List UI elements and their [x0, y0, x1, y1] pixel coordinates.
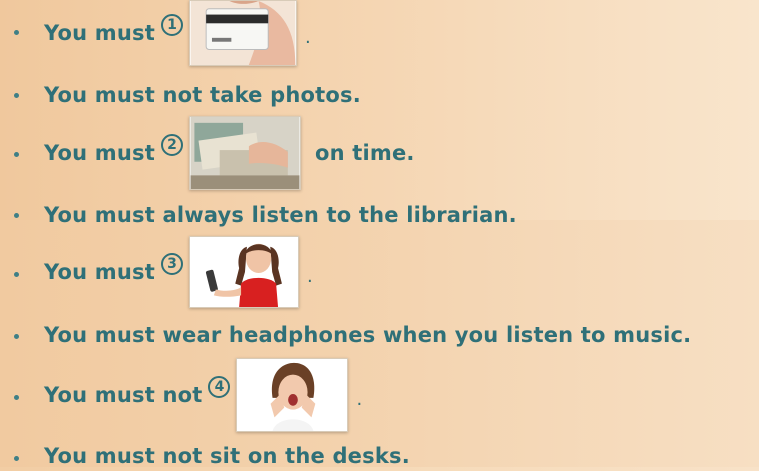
bullet-5	[14, 272, 19, 277]
card-photo-icon	[190, 1, 296, 65]
rule-1: You must 1 .	[44, 0, 311, 66]
rule-2: You must not take photos.	[44, 80, 361, 110]
number-1-badge: 1	[160, 14, 183, 36]
rule-5: You must 3 .	[44, 236, 313, 308]
phone-girl-photo-icon	[190, 237, 298, 307]
rule-3: You must 2 on time.	[44, 116, 415, 190]
phone-girl-photo	[188, 236, 299, 308]
rule-5-period: .	[306, 265, 313, 287]
rule-6-text: You must wear headphones when you listen…	[44, 323, 692, 347]
rule-6: You must wear headphones when you listen…	[44, 320, 691, 350]
bullet-2	[14, 93, 19, 98]
rule-1-text: You must	[44, 21, 155, 45]
number-4-badge: 4	[208, 376, 231, 398]
shouting-girl-photo-icon	[237, 359, 347, 431]
rule-2-text: You must not take photos.	[44, 83, 361, 107]
number-3-badge: 3	[160, 253, 183, 275]
card-photo	[188, 0, 297, 66]
rule-5-text: You must	[44, 260, 155, 284]
rule-7: You must not 4 .	[44, 358, 362, 432]
rule-4-text: You must always listen to the librarian.	[44, 203, 517, 227]
bullet-8	[14, 456, 19, 461]
rule-1-period: .	[304, 26, 311, 48]
rule-3-text: You must	[44, 141, 155, 165]
bullet-1	[14, 30, 19, 35]
bullet-7	[14, 395, 19, 400]
books-photo	[188, 116, 301, 190]
rule-8-text: You must not sit on the desks.	[44, 444, 410, 468]
books-photo-icon	[190, 117, 300, 189]
rule-7-period: .	[356, 388, 363, 410]
shouting-girl-photo	[236, 358, 349, 432]
bullet-6	[14, 334, 19, 339]
number-2-badge: 2	[160, 134, 183, 156]
rule-3-suffix: on time.	[314, 141, 415, 165]
bullet-3	[14, 152, 19, 157]
bullet-4	[14, 213, 19, 218]
rule-4: You must always listen to the librarian.	[44, 200, 517, 230]
rule-7-text: You must not	[44, 383, 203, 407]
